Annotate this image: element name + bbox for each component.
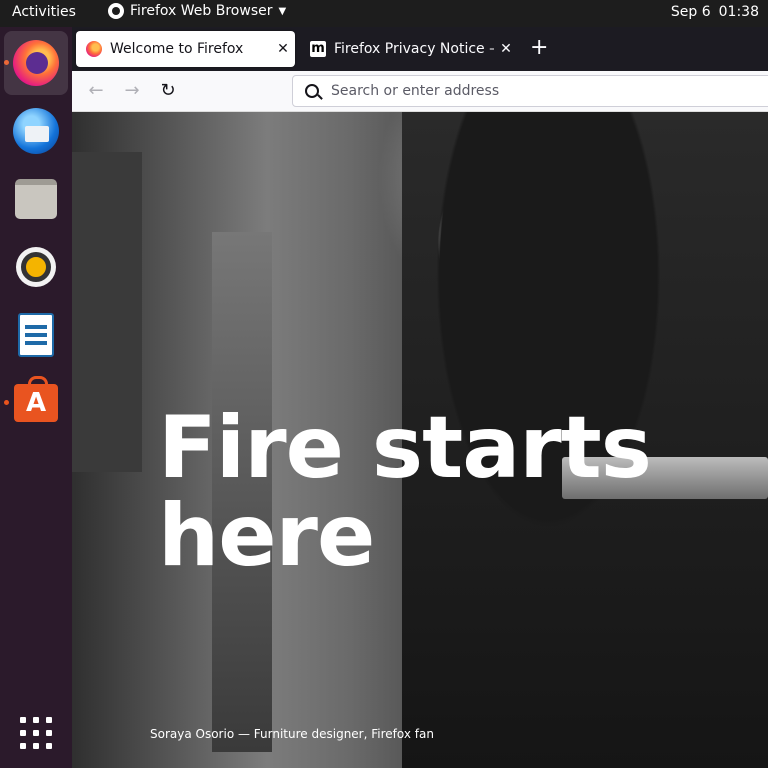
firefox-icon	[108, 3, 124, 19]
close-icon[interactable]: ✕	[271, 41, 295, 57]
mozilla-m-icon: m	[310, 41, 326, 57]
page-content: Fire starts here Soraya Osorio — Furnitu…	[72, 112, 768, 768]
firefox-icon	[86, 41, 102, 57]
photo-caption: Soraya Osorio — Furniture designer, Fire…	[150, 727, 434, 741]
address-input[interactable]	[331, 83, 731, 99]
dock-item-firefox[interactable]	[4, 31, 68, 95]
browser-window: Welcome to Firefox ✕ m Firefox Privacy N…	[72, 27, 768, 768]
background-shelf	[72, 152, 142, 472]
tab-privacy-notice[interactable]: m Firefox Privacy Notice — ✕	[300, 31, 518, 67]
dock-item-writer[interactable]	[4, 303, 68, 367]
search-icon	[305, 84, 319, 98]
dock-item-rhythmbox[interactable]	[4, 235, 68, 299]
dock-item-thunderbird[interactable]	[4, 99, 68, 163]
files-icon	[15, 179, 57, 219]
app-grid-icon	[20, 717, 52, 749]
rhythmbox-icon	[16, 247, 56, 287]
nav-bar: ← → ↻	[72, 71, 768, 112]
top-bar: Activities Firefox Web Browser ▼ Sep 6 0…	[0, 0, 768, 27]
dock: A	[0, 27, 72, 768]
firefox-icon	[13, 40, 59, 86]
headline-line-2: here	[158, 486, 375, 586]
new-tab-button[interactable]: +	[530, 37, 548, 59]
back-button[interactable]: ←	[84, 79, 108, 103]
headline-line-1: Fire starts	[158, 398, 652, 498]
close-icon[interactable]: ✕	[494, 41, 518, 57]
tab-title: Welcome to Firefox	[110, 41, 244, 57]
dock-item-software[interactable]: A	[4, 371, 68, 435]
show-apps-button[interactable]	[4, 701, 68, 765]
hero-headline: Fire starts here	[158, 404, 678, 580]
thunderbird-icon	[13, 108, 59, 154]
chevron-down-icon: ▼	[278, 5, 287, 17]
clock-time: 01:38	[718, 4, 759, 20]
reload-button[interactable]: ↻	[156, 79, 180, 103]
app-menu[interactable]: Firefox Web Browser ▼	[108, 3, 286, 19]
writer-icon	[18, 313, 54, 357]
forward-button[interactable]: →	[120, 79, 144, 103]
software-store-icon: A	[14, 376, 58, 422]
clock[interactable]: Sep 6 01:38	[671, 4, 759, 20]
app-menu-label: Firefox Web Browser	[130, 3, 273, 19]
dock-item-files[interactable]	[4, 167, 68, 231]
activities-button[interactable]: Activities	[12, 4, 76, 20]
tab-strip: Welcome to Firefox ✕ m Firefox Privacy N…	[72, 27, 768, 71]
url-bar[interactable]	[292, 75, 768, 107]
tab-welcome[interactable]: Welcome to Firefox ✕	[76, 31, 295, 67]
clock-date: Sep 6	[670, 4, 711, 20]
tab-title: Firefox Privacy Notice —	[334, 41, 494, 57]
